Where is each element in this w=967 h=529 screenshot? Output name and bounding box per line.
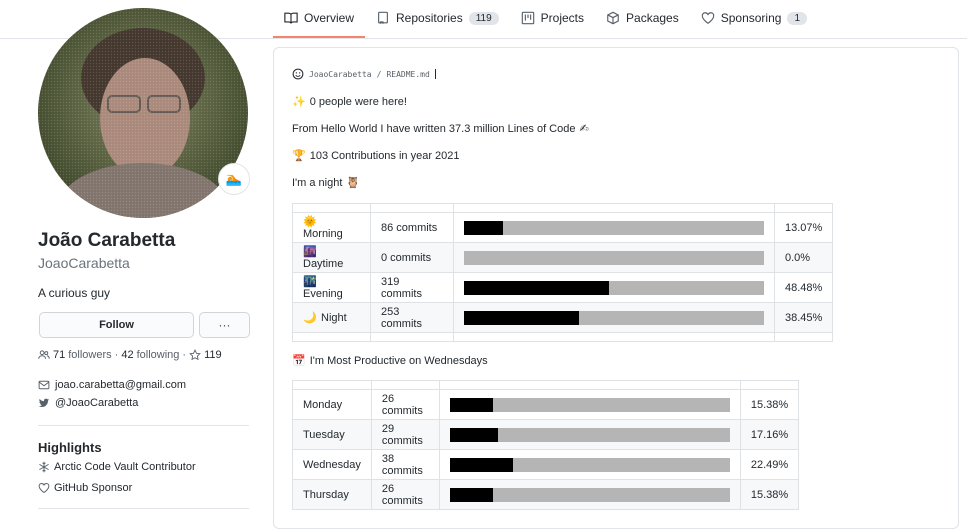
avatar-photo	[38, 8, 248, 218]
time-of-day-table: 🌞Morning 86 commits 13.07% 🌆Daytime 0 co…	[292, 203, 834, 342]
twitter-link[interactable]: @JoaoCarabetta	[55, 397, 138, 409]
avatar[interactable]	[38, 8, 248, 218]
followers-count[interactable]: 71	[53, 349, 65, 361]
night-city-icon: 🌃	[303, 276, 317, 288]
commit-bar	[464, 250, 764, 265]
readme-path-file[interactable]: README.md	[386, 70, 429, 79]
commit-bar-fill	[464, 310, 580, 325]
tab-label: Packages	[626, 11, 679, 25]
profile-tabs: Overview Repositories 119 Projects Packa…	[273, 0, 818, 38]
commit-bar-fill	[464, 280, 610, 295]
productive-day-line: 📅 I'm Most Productive on Wednesdays	[292, 354, 488, 368]
sidebar-divider	[38, 425, 249, 426]
table-row: 🌆Daytime 0 commits 0.0%	[292, 242, 834, 273]
repo-count-badge: 119	[468, 11, 499, 25]
night-owl-line: I'm a night 🦉	[292, 176, 361, 190]
trophy-icon: 🏆	[292, 150, 306, 162]
repo-icon	[378, 11, 388, 24]
tab-label: Sponsoring	[720, 11, 782, 25]
mail-icon	[38, 380, 50, 390]
heart-icon	[38, 483, 50, 494]
tab-repositories[interactable]: Repositories 119	[365, 0, 510, 36]
table-row: 🌙 Night 253 commits 38.45%	[292, 302, 834, 333]
table-row: Tuesday 29 commits 17.16%	[292, 419, 800, 450]
follow-button[interactable]: Follow	[39, 312, 194, 338]
commit-bar-fill	[449, 487, 493, 502]
email-link[interactable]: joao.carabetta@gmail.com	[55, 379, 186, 391]
lines-of-code-line: From Hello World I have written 37.3 mil…	[292, 122, 589, 136]
sun-icon: 🌞	[303, 216, 317, 228]
status-emoji-button[interactable]: 🏊	[218, 163, 250, 195]
sparkles-icon: ✨	[292, 96, 306, 108]
moon-icon: 🌙	[303, 312, 317, 324]
highlight-sponsor[interactable]: GitHub Sponsor	[38, 482, 132, 494]
highlight-arctic-vault[interactable]: Arctic Code Vault Contributor	[38, 461, 196, 473]
tab-label: Projects	[540, 11, 585, 25]
readme-path-user[interactable]: JoaoCarabetta	[309, 70, 372, 79]
stars-count[interactable]: 119	[204, 349, 222, 361]
contributions-line: 🏆 103 Contributions in year 2021	[292, 149, 460, 163]
visitors-line: ✨ 0 people were here!	[292, 95, 407, 109]
commit-bar	[449, 427, 730, 442]
snowflake-icon	[39, 461, 49, 473]
following-count[interactable]: 42	[121, 349, 133, 361]
table-row: 🌃Evening 319 commits 48.48%	[292, 272, 834, 303]
profile-username: JoaoCarabetta	[38, 255, 130, 271]
smiley-icon	[292, 68, 304, 80]
commit-bar-fill	[449, 427, 498, 442]
table-row: Wednesday 38 commits 22.49%	[292, 449, 800, 480]
sidebar-divider	[38, 508, 249, 509]
twitter-icon	[38, 398, 50, 407]
tab-label: Overview	[304, 11, 355, 25]
more-options-button[interactable]: ···	[199, 312, 250, 338]
heart-icon	[701, 12, 714, 24]
tab-packages[interactable]: Packages	[595, 0, 690, 36]
package-icon	[607, 11, 619, 25]
project-icon	[521, 11, 534, 25]
tab-sponsoring[interactable]: Sponsoring 1	[690, 0, 818, 36]
weekday-table: Monday 26 commits 15.38% Tuesday 29 comm…	[292, 380, 800, 510]
commit-bar-fill	[449, 397, 493, 412]
commit-bar	[449, 487, 730, 502]
profile-bio: A curious guy	[38, 286, 111, 300]
cityscape-dusk-icon: 🌆	[303, 246, 317, 258]
following-label[interactable]: following	[137, 349, 180, 361]
highlight-label[interactable]: GitHub Sponsor	[54, 482, 132, 494]
tab-label: Repositories	[396, 11, 463, 25]
email-row[interactable]: joao.carabetta@gmail.com	[38, 379, 186, 391]
commit-bar	[464, 310, 764, 325]
calendar-icon: 📅	[292, 355, 306, 367]
profile-full-name: João Carabetta	[38, 230, 176, 251]
commit-bar	[449, 397, 730, 412]
owl-icon: 🦉	[346, 177, 361, 189]
tab-projects[interactable]: Projects	[510, 0, 595, 36]
commit-bar	[449, 457, 730, 472]
people-icon	[38, 350, 50, 359]
tab-overview[interactable]: Overview	[273, 0, 366, 38]
highlights-heading: Highlights	[38, 440, 102, 455]
commit-bar-fill	[464, 220, 504, 235]
twitter-row[interactable]: @JoaoCarabetta	[38, 397, 138, 409]
table-row: Thursday 26 commits 15.38%	[292, 479, 800, 510]
commit-bar	[464, 220, 764, 235]
writing-hand-icon: ✍	[579, 123, 589, 135]
table-row: 🌞Morning 86 commits 13.07%	[292, 212, 834, 243]
sponsoring-count-badge: 1	[787, 11, 808, 25]
book-icon	[284, 12, 298, 24]
commit-bar-fill	[449, 457, 513, 472]
readme-path: JoaoCarabetta / README.md	[292, 68, 436, 80]
commit-bar	[464, 280, 764, 295]
follow-stats: 71 followers · 42 following · 119	[38, 349, 222, 361]
followers-label[interactable]: followers	[68, 349, 111, 361]
highlight-label[interactable]: Arctic Code Vault Contributor	[54, 461, 196, 473]
table-row: Monday 26 commits 15.38%	[292, 389, 800, 420]
star-icon	[189, 349, 201, 361]
